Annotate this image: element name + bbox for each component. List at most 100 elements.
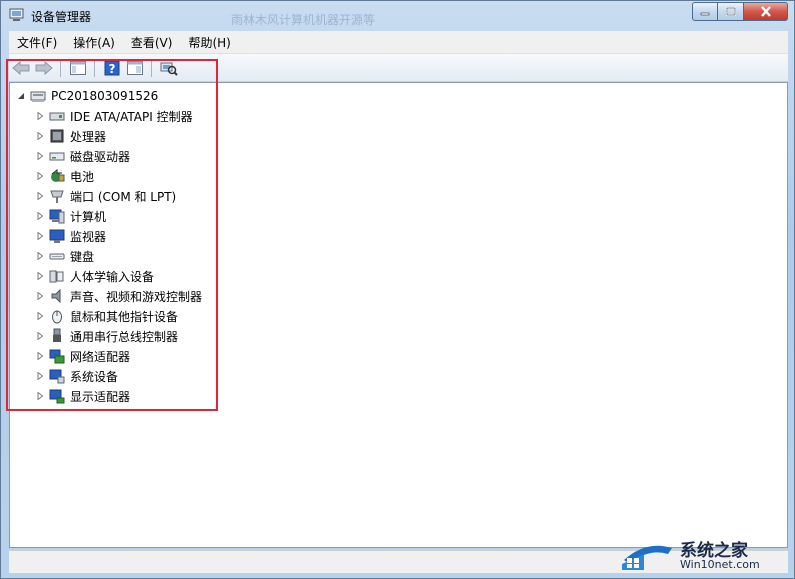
collapse-icon[interactable] xyxy=(16,91,26,101)
watermark: 系统之家 Win10net.com xyxy=(618,534,788,574)
help-button[interactable]: ? xyxy=(101,57,123,79)
forward-arrow-icon xyxy=(35,60,53,75)
toolbar: ? xyxy=(9,54,788,82)
tree-item-row[interactable]: 通用串行总线控制器 xyxy=(35,327,178,345)
expand-icon[interactable] xyxy=(35,291,45,301)
expand-icon[interactable] xyxy=(35,191,45,201)
menu-help[interactable]: 帮助(H) xyxy=(180,34,238,51)
processor-icon xyxy=(49,128,65,144)
tree-item-row[interactable]: 显示适配器 xyxy=(35,387,130,405)
computer-icon xyxy=(49,208,65,224)
network-adapter-icon xyxy=(49,348,65,364)
menu-file[interactable]: 文件(F) xyxy=(9,34,65,51)
console-tree-icon xyxy=(70,60,86,75)
tree-item-row[interactable]: 电池 xyxy=(35,167,94,185)
svg-text:?: ? xyxy=(109,62,116,76)
tree-item-row[interactable]: 系统设备 xyxy=(35,367,118,385)
display-adapter-icon xyxy=(49,388,65,404)
close-button[interactable] xyxy=(744,2,788,21)
tree-item-row[interactable]: 网络适配器 xyxy=(35,347,130,365)
mouse-icon xyxy=(49,308,65,324)
battery-icon xyxy=(49,168,65,184)
tree-item-row[interactable]: 处理器 xyxy=(35,127,106,145)
system-device-icon xyxy=(49,368,65,384)
menu-action[interactable]: 操作(A) xyxy=(65,34,123,51)
tree-item-label: 处理器 xyxy=(70,129,107,144)
expand-icon[interactable] xyxy=(35,371,45,381)
minimize-icon xyxy=(700,12,710,15)
expand-icon[interactable] xyxy=(35,311,45,321)
tree-item-label: 声音、视频和游戏控制器 xyxy=(70,289,203,304)
tree-item-label: 键盘 xyxy=(70,249,95,264)
keyboard-icon xyxy=(49,248,65,264)
ide-controller-icon xyxy=(49,108,65,124)
monitor-icon xyxy=(49,228,65,244)
computer-root-icon xyxy=(30,88,46,104)
speaker-icon xyxy=(49,288,65,304)
expand-icon[interactable] xyxy=(35,331,45,341)
expand-icon[interactable] xyxy=(35,151,45,161)
toolbar-separator xyxy=(94,58,95,77)
tree-item-row[interactable]: 声音、视频和游戏控制器 xyxy=(35,287,202,305)
properties-button[interactable] xyxy=(124,57,146,79)
tree-item-label: 监视器 xyxy=(70,229,107,244)
expand-icon[interactable] xyxy=(35,211,45,221)
watermark-url: Win10net.com xyxy=(680,558,760,571)
tree-item-label: 显示适配器 xyxy=(70,389,131,404)
tree-item-row[interactable]: IDE ATA/ATAPI 控制器 xyxy=(35,107,193,125)
tree-item-row[interactable]: 监视器 xyxy=(35,227,106,245)
maximize-button[interactable] xyxy=(718,2,744,21)
menu-bar: 文件(F) 操作(A) 查看(V) 帮助(H) xyxy=(9,31,788,54)
tree-item-label: 计算机 xyxy=(70,209,107,224)
toolbar-separator xyxy=(60,58,61,77)
tree-item-label: 通用串行总线控制器 xyxy=(70,329,179,344)
expand-icon[interactable] xyxy=(35,351,45,361)
expand-icon[interactable] xyxy=(35,131,45,141)
console-tree-button[interactable] xyxy=(67,57,89,79)
tree-item-label: IDE ATA/ATAPI 控制器 xyxy=(70,109,193,124)
expand-icon[interactable] xyxy=(35,391,45,401)
maximize-icon xyxy=(725,6,736,16)
tree-item-row[interactable]: 磁盘驱动器 xyxy=(35,147,130,165)
window-title: 设备管理器 xyxy=(31,10,92,24)
back-arrow-icon xyxy=(12,60,30,75)
tree-item-label: 系统设备 xyxy=(70,369,119,384)
title-bar[interactable]: 设备管理器 雨林木风计算机机器开源等 xyxy=(1,1,794,31)
background-window-title: 雨林木风计算机机器开源等 xyxy=(231,13,376,27)
tree-item-label: 磁盘驱动器 xyxy=(70,149,131,164)
toolbar-separator xyxy=(151,58,152,77)
tree-item-label: 电池 xyxy=(70,169,95,184)
expand-icon[interactable] xyxy=(35,251,45,261)
forward-button[interactable] xyxy=(33,57,55,79)
tree-item-label: 端口 (COM 和 LPT) xyxy=(70,189,177,204)
tree-item-row[interactable]: 端口 (COM 和 LPT) xyxy=(35,187,176,205)
minimize-button[interactable] xyxy=(692,2,718,21)
port-icon xyxy=(49,188,65,204)
properties-icon xyxy=(127,60,143,75)
tree-item-row[interactable]: 计算机 xyxy=(35,207,106,225)
tree-item-row[interactable]: 鼠标和其他指针设备 xyxy=(35,307,178,325)
tree-item-label: 人体学输入设备 xyxy=(70,269,155,284)
usb-icon xyxy=(49,328,65,344)
device-manager-icon xyxy=(9,8,25,22)
window-controls xyxy=(692,2,788,21)
expand-icon[interactable] xyxy=(35,171,45,181)
device-manager-window: 设备管理器 雨林木风计算机机器开源等 文件(F) 操作(A) 查看(V) 帮助(… xyxy=(0,0,795,579)
tree-item-label: 网络适配器 xyxy=(70,349,131,364)
scan-hardware-icon xyxy=(160,62,178,76)
expand-icon[interactable] xyxy=(35,231,45,241)
device-tree-panel[interactable]: PC201803091526 IDE ATA/ATAPI 控制器 处理器磁盘驱动器… xyxy=(9,82,788,548)
tree-root[interactable]: PC201803091526 xyxy=(16,87,158,105)
tree-item-row[interactable]: 键盘 xyxy=(35,247,94,265)
tree-root-label: PC201803091526 xyxy=(51,89,159,103)
expand-icon[interactable] xyxy=(35,111,45,121)
tree-item-row[interactable]: 人体学输入设备 xyxy=(35,267,154,285)
disk-drive-icon xyxy=(49,148,65,164)
help-icon: ? xyxy=(104,60,120,76)
scan-hardware-button[interactable] xyxy=(158,57,180,79)
hid-icon xyxy=(49,268,65,284)
expand-icon[interactable] xyxy=(35,271,45,281)
tree-item-label: 鼠标和其他指针设备 xyxy=(70,309,179,324)
menu-view[interactable]: 查看(V) xyxy=(123,34,181,51)
back-button[interactable] xyxy=(10,57,32,79)
